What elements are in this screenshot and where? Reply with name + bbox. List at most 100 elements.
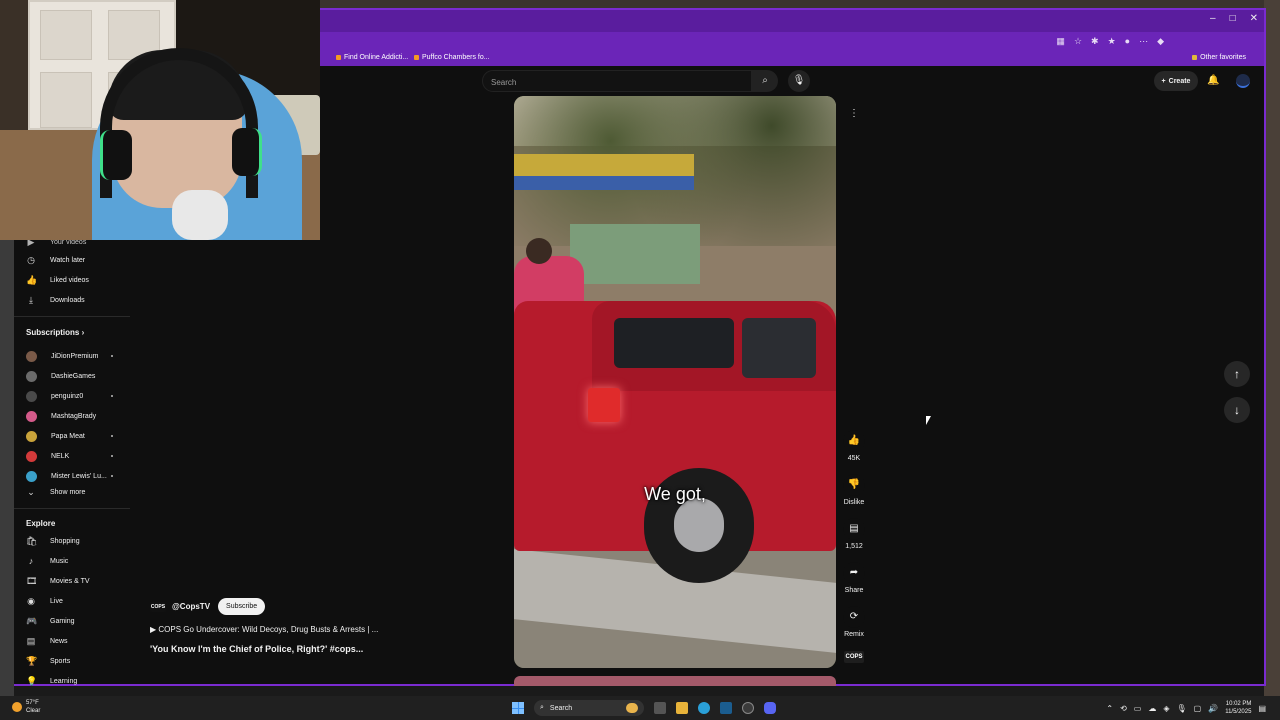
desktop-background-left <box>0 240 14 696</box>
video-scene-wall <box>570 224 700 284</box>
taskbar-search[interactable]: ⌕ Search <box>534 700 644 716</box>
explore-item[interactable]: 🎮 Gaming <box>26 613 75 629</box>
notifications-bell-icon[interactable]: 🔔 <box>1207 75 1219 86</box>
search-input[interactable]: Search <box>482 70 752 92</box>
thumbs-up-icon: 👍 <box>26 274 38 285</box>
clock[interactable]: 10:02 PM 11/5/2025 <box>1225 700 1251 716</box>
show-more-button[interactable]: ⌄ Show more <box>26 484 85 500</box>
channel-avatar <box>26 470 37 482</box>
weather-condition: Clear <box>26 708 41 714</box>
subscription-label: NELK <box>51 452 70 460</box>
close-button[interactable]: ✕ <box>1250 13 1258 24</box>
dislike-button[interactable]: 👎 Dislike <box>840 474 868 506</box>
windows-start-icon[interactable] <box>512 702 524 714</box>
weather-widget[interactable]: 57°F Clear <box>12 699 40 715</box>
like-count: 45K <box>847 455 861 462</box>
speaker-icon[interactable]: 🔊 <box>1208 704 1218 713</box>
like-button[interactable]: 👍 45K <box>840 430 868 462</box>
explore-item[interactable]: ◉ Live <box>26 593 63 609</box>
explore-item[interactable]: 💡 Learning <box>26 673 77 689</box>
edge-browser-icon[interactable] <box>698 702 710 714</box>
bookmark-label: Find Online Addicti... <box>344 54 409 61</box>
task-view-icon[interactable] <box>654 702 666 714</box>
nvidia-icon[interactable]: ◈ <box>1163 704 1169 713</box>
sync-icon[interactable]: ⟲ <box>1120 704 1127 713</box>
explore-item[interactable]: 🏆 Sports <box>26 653 70 669</box>
subscriptions-title: Subscriptions <box>26 328 80 337</box>
obs-icon[interactable] <box>742 702 754 714</box>
subscription-item[interactable]: DashieGames <box>26 368 95 384</box>
minimize-button[interactable]: – <box>1210 13 1216 24</box>
comment-icon: ▤ <box>843 518 865 540</box>
subscription-item[interactable]: NELK <box>26 448 69 464</box>
subscription-item[interactable]: penguinz0 <box>26 388 83 404</box>
network-icon[interactable]: ▭ <box>1134 704 1142 713</box>
remix-button[interactable]: ⟳ Remix <box>840 606 868 638</box>
channel-avatar[interactable]: COPS <box>150 601 166 612</box>
video-info: COPS @CopsTV Subscribe ▶ COPS Go Underco… <box>150 598 480 654</box>
other-favorites[interactable]: Other favorites <box>1192 54 1246 61</box>
bookmark-item[interactable]: Find Online Addicti... <box>336 54 408 61</box>
next-short-button[interactable]: ↓ <box>1224 397 1250 423</box>
cloud-icon[interactable]: ☁ <box>1148 704 1156 713</box>
steam-icon[interactable] <box>720 702 732 714</box>
bookmark-item[interactable]: Puffco Chambers fo... <box>414 54 490 61</box>
explore-item[interactable]: ▤ News <box>26 633 68 649</box>
clock-time: 10:02 PM <box>1225 701 1252 707</box>
search-button[interactable]: ⌕ <box>752 70 778 92</box>
favorites-icon[interactable]: ★ <box>1108 36 1116 47</box>
sidebar-item-label: Watch later <box>50 256 86 264</box>
subscribe-button[interactable]: Subscribe <box>218 598 266 615</box>
mic-icon[interactable]: 🎙 <box>1177 704 1187 713</box>
playlist-title: COPS Go Undercover: Wild Decoys, Drug Bu… <box>158 625 379 634</box>
voice-search-button[interactable]: 🎙 <box>788 70 810 92</box>
create-button[interactable]: + Create <box>1154 71 1198 91</box>
channel-avatar <box>26 370 37 382</box>
explore-item[interactable]: ♪ Music <box>26 553 69 569</box>
subscription-item[interactable]: Mister Lewis' Lu... <box>26 468 107 484</box>
arrow-down-icon: ↓ <box>1234 403 1240 417</box>
explore-label: Live <box>50 597 63 605</box>
subscription-item[interactable]: Papa Meat <box>26 428 85 444</box>
previous-short-button[interactable]: ↑ <box>1224 361 1250 387</box>
subscription-label: Mister Lewis' Lu... <box>51 472 107 480</box>
other-favorites-label: Other favorites <box>1200 54 1246 61</box>
subscriptions-heading[interactable]: Subscriptions › <box>26 328 84 337</box>
subscription-item[interactable]: MashtagBrady <box>26 408 96 424</box>
more-options-icon[interactable]: ⋮ <box>846 108 862 124</box>
menu-dots-icon[interactable]: ⋯ <box>1139 36 1148 47</box>
channel-logo-thumbnail[interactable]: COPS <box>844 651 864 663</box>
sidebar-item-watch-later[interactable]: ◷ Watch later <box>26 252 85 268</box>
display-icon[interactable]: ▢ <box>1194 704 1202 713</box>
notification-icon[interactable]: ▤ <box>1258 704 1266 713</box>
file-explorer-icon[interactable] <box>676 702 688 714</box>
account-avatar[interactable] <box>1236 74 1250 88</box>
channel-handle[interactable]: @CopsTV <box>172 602 210 611</box>
video-scene-awning <box>514 176 694 190</box>
favorite-star-icon[interactable]: ☆ <box>1074 36 1082 47</box>
explore-item[interactable]: 🎞 Movies & TV <box>26 573 90 589</box>
discord-icon[interactable] <box>764 702 776 714</box>
sidebar-item-downloads[interactable]: ⤓ Downloads <box>26 292 85 308</box>
next-short-preview[interactable] <box>514 676 836 686</box>
split-view-icon[interactable]: ▦ <box>1056 36 1065 47</box>
extensions-icon[interactable]: ✱ <box>1091 36 1099 47</box>
windows-taskbar: 57°F Clear ⌕ Search ⌃ ⟲ ▭ ☁ ◈ 🎙 ▢ 🔊 10:0… <box>0 696 1280 720</box>
subscription-item[interactable]: JiDionPremium <box>26 348 98 364</box>
toolbar-icons: ▦ ☆ ✱ ★ ● ⋯ ◆ <box>1056 36 1164 47</box>
playlist-link[interactable]: ▶ COPS Go Undercover: Wild Decoys, Drug … <box>150 625 480 634</box>
comments-button[interactable]: ▤ 1,512 <box>840 518 868 550</box>
video-scene-truck-window <box>742 318 816 378</box>
video-title[interactable]: 'You Know I'm the Chief of Police, Right… <box>150 644 480 654</box>
mouse-cursor-icon <box>926 416 931 425</box>
copilot-icon[interactable]: ◆ <box>1157 36 1164 47</box>
chevron-up-icon[interactable]: ⌃ <box>1106 704 1113 713</box>
profile-icon[interactable]: ● <box>1125 36 1130 47</box>
shorts-video-player[interactable]: We got, <box>514 96 836 668</box>
sidebar-item-liked-videos[interactable]: 👍 Liked videos <box>26 272 89 288</box>
explore-item[interactable]: 🛍 Shopping <box>26 533 80 549</box>
maximize-button[interactable]: □ <box>1230 13 1236 24</box>
explore-label: News <box>50 637 68 645</box>
share-button[interactable]: ➦ Share <box>840 562 868 594</box>
share-arrow-icon: ➦ <box>843 562 865 584</box>
